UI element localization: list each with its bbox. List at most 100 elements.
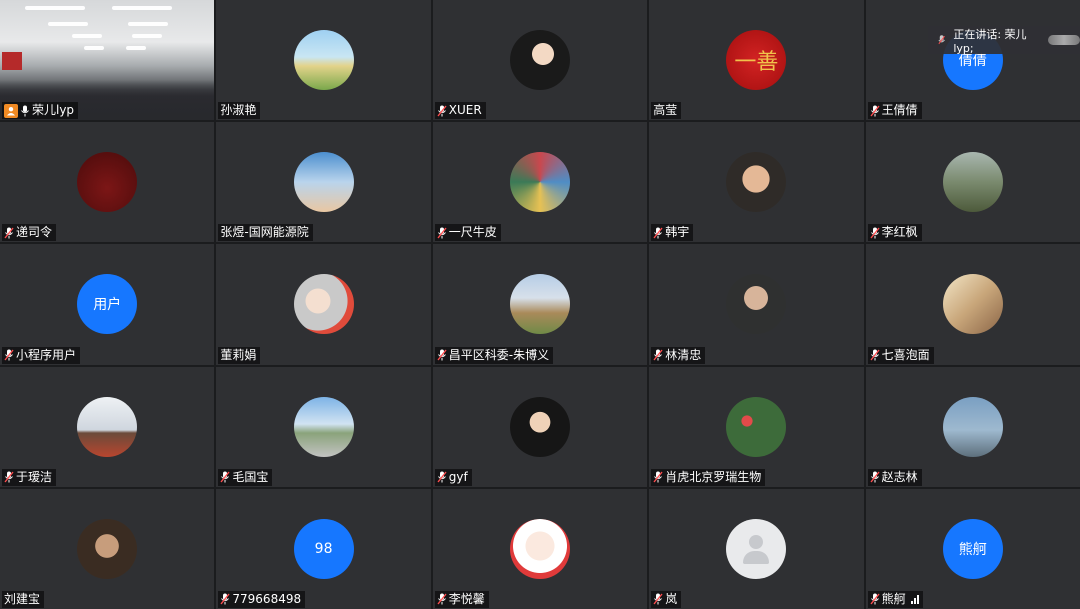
participant-name-tag: 昌平区科委-朱博义: [434, 346, 554, 364]
participant-name-tag: 熊舸: [867, 590, 923, 608]
participant-tile-4[interactable]: 一善高莹: [649, 0, 864, 121]
mic-muted-icon: [437, 105, 447, 117]
participant-name-tag: 小程序用户: [2, 346, 81, 364]
participant-tile-12[interactable]: 董莉娟: [216, 244, 431, 365]
mic-muted-icon: [653, 349, 663, 361]
participant-tile-17[interactable]: 毛国宝: [216, 366, 431, 487]
participant-tile-20[interactable]: 赵志林: [865, 366, 1080, 487]
participant-name-tag: 李红枫: [867, 224, 922, 242]
mic-muted-icon: [220, 593, 230, 605]
participant-name: 李悦馨: [448, 591, 485, 606]
avatar: [509, 396, 570, 457]
mic-muted-icon: [437, 349, 447, 361]
avatar: [77, 152, 138, 213]
avatar-seal-text: 一善: [734, 50, 779, 76]
participant-name: 递司令: [16, 225, 53, 240]
avatar: [509, 274, 570, 335]
participant-name: 毛国宝: [232, 469, 269, 484]
participant-tile-5[interactable]: 倩倩 王倩倩: [865, 0, 1080, 121]
participant-name: 肖虎北京罗瑞生物: [665, 469, 762, 484]
ceiling-light: [72, 34, 102, 38]
signal-strength-icon: [910, 594, 919, 604]
participant-tile-22[interactable]: 98 779668498: [216, 488, 431, 609]
mic-muted-icon: [870, 105, 880, 117]
participant-name-tag: 孙淑艳: [218, 102, 261, 120]
participant-name-tag: 刘建宝: [2, 590, 45, 608]
participant-name: 岚: [665, 591, 678, 606]
participant-name-tag: 董莉娟: [218, 346, 261, 364]
participant-tile-14[interactable]: 林清忠: [649, 244, 864, 365]
participant-name: 董莉娟: [220, 347, 257, 362]
mic-on-icon: [21, 105, 29, 117]
avatar: 熊舸: [942, 518, 1003, 579]
participant-name-tag: 赵志林: [867, 468, 922, 486]
participant-tile-24[interactable]: 岚: [649, 488, 864, 609]
avatar: [942, 274, 1003, 335]
avatar: [726, 396, 787, 457]
participant-tile-10[interactable]: 李红枫: [865, 122, 1080, 243]
ceiling-light: [112, 6, 172, 10]
avatar: [726, 274, 787, 335]
mic-muted-icon: [870, 471, 880, 483]
mic-muted-icon: [653, 593, 663, 605]
avatar: [726, 152, 787, 213]
participant-tile-15[interactable]: 七喜泡面: [865, 244, 1080, 365]
participant-name: 王倩倩: [881, 103, 918, 118]
host-badge-icon: [4, 103, 18, 118]
participant-name-tag: 荣儿lyp: [2, 102, 79, 120]
participant-grid: 荣儿lyp 孙淑艳 XUER 一善 高莹 倩倩 王倩倩 递司令 张煜-国网能源院 一尺牛皮 韩宇 李红…: [0, 0, 1080, 609]
participant-tile-25[interactable]: 熊舸 熊舸: [865, 488, 1080, 609]
participant-name: 一尺牛皮: [448, 225, 497, 240]
avatar: [509, 152, 570, 213]
avatar: 一善: [726, 30, 787, 91]
participant-tile-16[interactable]: 于瑷洁: [0, 366, 215, 487]
mic-muted-icon: [653, 227, 663, 239]
participant-tile-1[interactable]: 荣儿lyp: [0, 0, 215, 121]
speaking-label: 正在讲话: 荣儿lyp;: [953, 27, 1027, 55]
participant-name-tag: 高莹: [651, 102, 682, 120]
participant-name-tag: 肖虎北京罗瑞生物: [651, 468, 766, 486]
participant-name-tag: 李悦馨: [434, 590, 489, 608]
participant-name-tag: 毛国宝: [218, 468, 273, 486]
participant-name-tag: 张煜-国网能源院: [218, 224, 313, 242]
avatar: [77, 396, 138, 457]
participant-name-tag: XUER: [434, 102, 486, 120]
ceiling-light: [48, 22, 88, 26]
blurred-name-icon: [1047, 35, 1080, 45]
participant-name: 赵志林: [881, 469, 918, 484]
participant-tile-9[interactable]: 韩宇: [649, 122, 864, 243]
mic-muted-icon: [4, 471, 14, 483]
participant-name: 刘建宝: [4, 591, 41, 606]
participant-name: 林清忠: [665, 347, 702, 362]
mic-muted-icon: [437, 227, 447, 239]
participant-name: 孙淑艳: [220, 103, 257, 118]
participant-tile-21[interactable]: 刘建宝: [0, 488, 215, 609]
participant-name-tag: 递司令: [2, 224, 57, 242]
avatar: [726, 518, 787, 579]
avatar: [293, 396, 354, 457]
participant-name: 高莹: [653, 103, 678, 118]
mic-muted-icon: [4, 349, 14, 361]
participant-tile-11[interactable]: 用户 小程序用户: [0, 244, 215, 365]
participant-tile-2[interactable]: 孙淑艳: [216, 0, 431, 121]
ceiling-light: [25, 6, 85, 10]
participant-name-tag: 七喜泡面: [867, 346, 934, 364]
participant-tile-18[interactable]: gyf: [432, 366, 648, 487]
participant-tile-8[interactable]: 一尺牛皮: [432, 122, 648, 243]
participant-tile-7[interactable]: 张煜-国网能源院: [216, 122, 431, 243]
participant-tile-3[interactable]: XUER: [432, 0, 648, 121]
participant-name: 昌平区科委-朱博义: [448, 347, 550, 362]
mic-muted-icon: [220, 471, 230, 483]
avatar: [509, 30, 570, 91]
mic-muted-icon: [870, 227, 880, 239]
participant-name: 七喜泡面: [881, 347, 930, 362]
mic-muted-icon: [437, 471, 447, 483]
participant-name-tag: gyf: [434, 468, 472, 486]
participant-name-tag: 岚: [651, 590, 682, 608]
participant-tile-13[interactable]: 昌平区科委-朱博义: [432, 244, 648, 365]
participant-tile-23[interactable]: 李悦馨: [432, 488, 648, 609]
participant-tile-19[interactable]: 肖虎北京罗瑞生物: [649, 366, 864, 487]
participant-tile-6[interactable]: 递司令: [0, 122, 215, 243]
participant-name-tag: 于瑷洁: [2, 468, 57, 486]
speaking-indicator: 正在讲话: 荣儿lyp;: [928, 26, 1080, 55]
